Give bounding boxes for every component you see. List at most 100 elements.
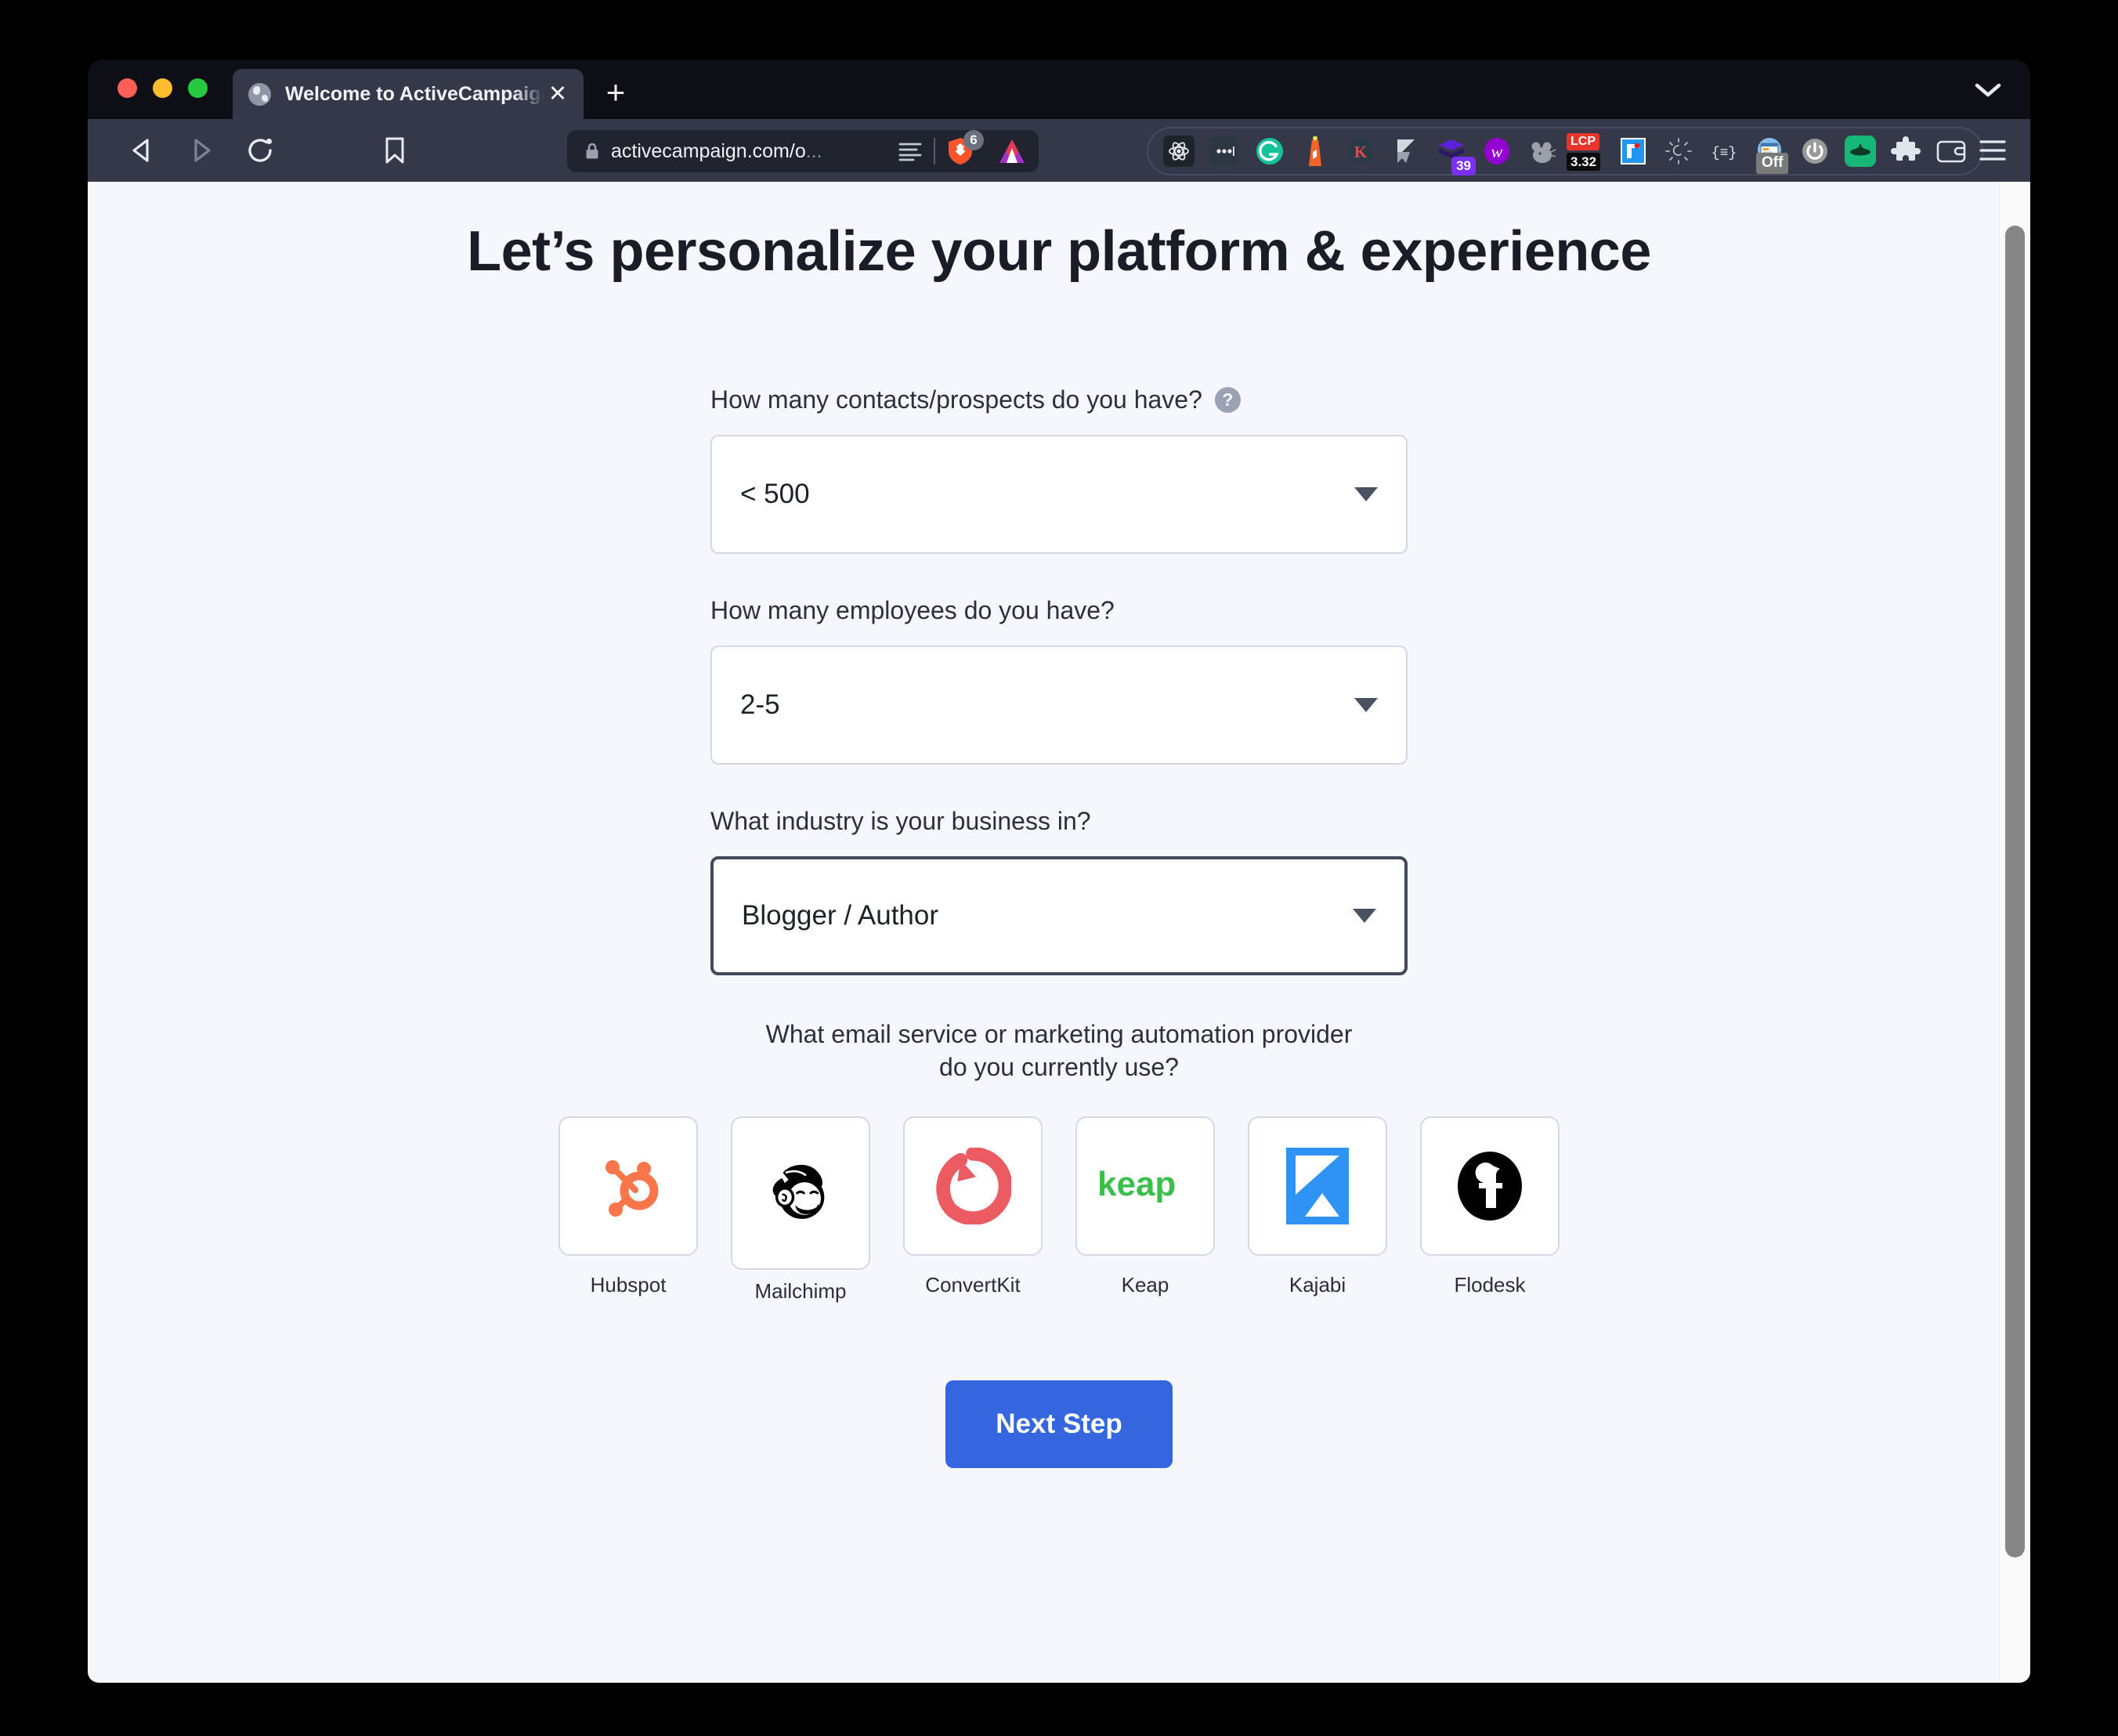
provider-kajabi[interactable]: Kajabi <box>1248 1116 1387 1297</box>
react-devtools-icon[interactable] <box>1156 132 1202 171</box>
url-bar[interactable]: activecampaign.com/o... 6 <box>567 130 1039 172</box>
url-ellipsis: ... <box>805 139 822 162</box>
extensions-bar: K 39 w LCP 3.32 {≡} Off <box>1147 127 1983 175</box>
lcp-label: LCP <box>1567 133 1599 150</box>
back-icon[interactable] <box>121 129 163 172</box>
page-scrollbar[interactable] <box>1999 182 2030 1683</box>
field-contacts: How many contacts/prospects do you have?… <box>710 385 1408 554</box>
field-contacts-label-text: How many contacts/prospects do you have? <box>710 385 1202 414</box>
grammarly-icon[interactable] <box>1247 132 1292 171</box>
flodesk-logo-icon <box>1458 1152 1522 1221</box>
url-host: activecampaign.com/o <box>611 139 806 162</box>
globe-icon <box>248 82 271 106</box>
provider-mailchimp-card[interactable] <box>731 1116 870 1271</box>
svg-text:keap: keap <box>1097 1165 1176 1203</box>
blue-form-icon[interactable] <box>1610 132 1656 171</box>
window-resizer-icon[interactable]: Off <box>1747 132 1792 174</box>
provider-flodesk-card[interactable] <box>1420 1116 1560 1257</box>
provider-mailchimp-label: Mailchimp <box>754 1279 847 1304</box>
sun-rays-icon[interactable] <box>1656 132 1701 171</box>
extensions-puzzle-icon[interactable] <box>1883 132 1928 171</box>
provider-keap-card[interactable]: keap <box>1075 1116 1215 1257</box>
field-employees-label-text: How many employees do you have? <box>710 596 1115 624</box>
browser-tab[interactable]: Welcome to ActiveCampaign - T ✕ <box>233 69 584 119</box>
dots-menu-icon[interactable] <box>1202 132 1247 171</box>
page-content: Let’s personalize your platform & experi… <box>88 182 2030 1683</box>
window-close-button[interactable] <box>117 78 137 98</box>
provider-convertkit[interactable]: ConvertKit <box>903 1116 1043 1297</box>
employees-select[interactable]: 2-5 <box>710 646 1408 765</box>
next-step-button[interactable]: Next Step <box>945 1380 1173 1469</box>
provider-kajabi-card[interactable] <box>1248 1116 1387 1257</box>
new-tab-button[interactable]: + <box>598 76 633 111</box>
notion-clip-count-badge: 39 <box>1451 156 1476 175</box>
contacts-select-value: < 500 <box>740 479 810 509</box>
provider-mailchimp[interactable]: Mailchimp <box>731 1116 870 1304</box>
convertkit-logo-icon <box>936 1148 1011 1225</box>
field-employees-label: How many employees do you have? <box>710 596 1408 625</box>
brave-rewards-icon[interactable] <box>996 137 1028 165</box>
lcp-value: 3.32 <box>1567 152 1601 171</box>
kajabi-logo-icon <box>1286 1148 1349 1225</box>
mailchimp-logo-icon <box>772 1165 825 1220</box>
hubspot-logo-icon <box>605 1160 659 1217</box>
wistia-icon[interactable]: w <box>1474 132 1520 171</box>
industry-select-value: Blogger / Author <box>742 900 938 931</box>
notion-web-clipper-icon[interactable]: 39 <box>1429 132 1476 175</box>
traffic-lights <box>117 78 208 98</box>
hamburger-menu-icon[interactable] <box>1977 135 2008 166</box>
provider-convertkit-card[interactable] <box>903 1116 1043 1257</box>
svg-text:K: K <box>1354 143 1368 161</box>
help-icon[interactable]: ? <box>1214 387 1241 413</box>
contacts-select[interactable]: < 500 <box>710 435 1408 554</box>
provider-kajabi-label: Kajabi <box>1289 1273 1346 1297</box>
provider-hubspot[interactable]: Hubspot <box>558 1116 698 1297</box>
field-industry-label-text: What industry is your business in? <box>710 807 1091 835</box>
chevron-down-icon[interactable] <box>1972 80 2004 100</box>
kit-k-icon[interactable]: K <box>1338 132 1383 171</box>
scrollbar-thumb[interactable] <box>2005 226 2025 1557</box>
forward-icon <box>180 129 222 172</box>
field-contacts-label: How many contacts/prospects do you have?… <box>710 385 1408 414</box>
esp-question: What email service or marketing automati… <box>710 1018 1408 1083</box>
provider-flodesk[interactable]: Flodesk <box>1420 1116 1560 1297</box>
esp-question-line-2: do you currently use? <box>939 1053 1179 1082</box>
lighthouse-icon[interactable] <box>1292 132 1338 171</box>
brave-shields-icon[interactable]: 6 <box>946 130 984 166</box>
industry-select[interactable]: Blogger / Author <box>710 856 1408 975</box>
keap-logo-icon: keap <box>1097 1165 1176 1203</box>
resizer-off-badge: Off <box>1756 153 1789 174</box>
browser-window: Welcome to ActiveCampaign - T ✕ + <box>88 60 2030 1683</box>
bookmark-arrow-icon[interactable] <box>1383 132 1429 171</box>
bookmark-icon[interactable] <box>378 132 412 169</box>
window-maximize-button[interactable] <box>188 78 208 98</box>
brave-wallet-icon[interactable] <box>1928 132 1974 171</box>
svg-text:w: w <box>1491 142 1503 161</box>
power-toggle-icon[interactable] <box>1792 132 1838 171</box>
provider-hubspot-card[interactable] <box>558 1116 698 1257</box>
toolbar-divider <box>934 138 935 165</box>
provider-keap[interactable]: keap Keap <box>1075 1116 1215 1297</box>
onboarding-form: How many contacts/prospects do you have?… <box>558 284 1560 1469</box>
json-viewer-icon[interactable]: {≡} <box>1701 132 1747 171</box>
window-minimize-button[interactable] <box>153 78 172 98</box>
close-icon[interactable]: ✕ <box>544 81 571 107</box>
grey-mouse-icon[interactable] <box>1520 132 1565 171</box>
reader-mode-icon[interactable] <box>898 141 923 161</box>
tab-title: Welcome to ActiveCampaign - T <box>285 82 544 105</box>
provider-keap-label: Keap <box>1121 1273 1169 1297</box>
reload-icon[interactable] <box>240 129 282 172</box>
url-text: activecampaign.com/o... <box>611 140 887 163</box>
next-step-wrapper: Next Step <box>710 1380 1408 1469</box>
chevron-down-icon <box>1353 909 1376 923</box>
chevron-down-icon <box>1354 487 1378 501</box>
esp-question-line-1: What email service or marketing automati… <box>765 1020 1353 1048</box>
field-employees: How many employees do you have? 2-5 <box>710 596 1408 765</box>
lcp-badge-icon[interactable]: LCP 3.32 <box>1565 132 1610 171</box>
svg-text:{≡}: {≡} <box>1711 146 1737 161</box>
shield-count-badge: 6 <box>963 130 984 150</box>
provider-hubspot-label: Hubspot <box>590 1273 667 1297</box>
field-industry-label: What industry is your business in? <box>710 807 1408 836</box>
green-ufo-icon[interactable] <box>1838 132 1883 171</box>
provider-flodesk-label: Flodesk <box>1454 1273 1526 1297</box>
